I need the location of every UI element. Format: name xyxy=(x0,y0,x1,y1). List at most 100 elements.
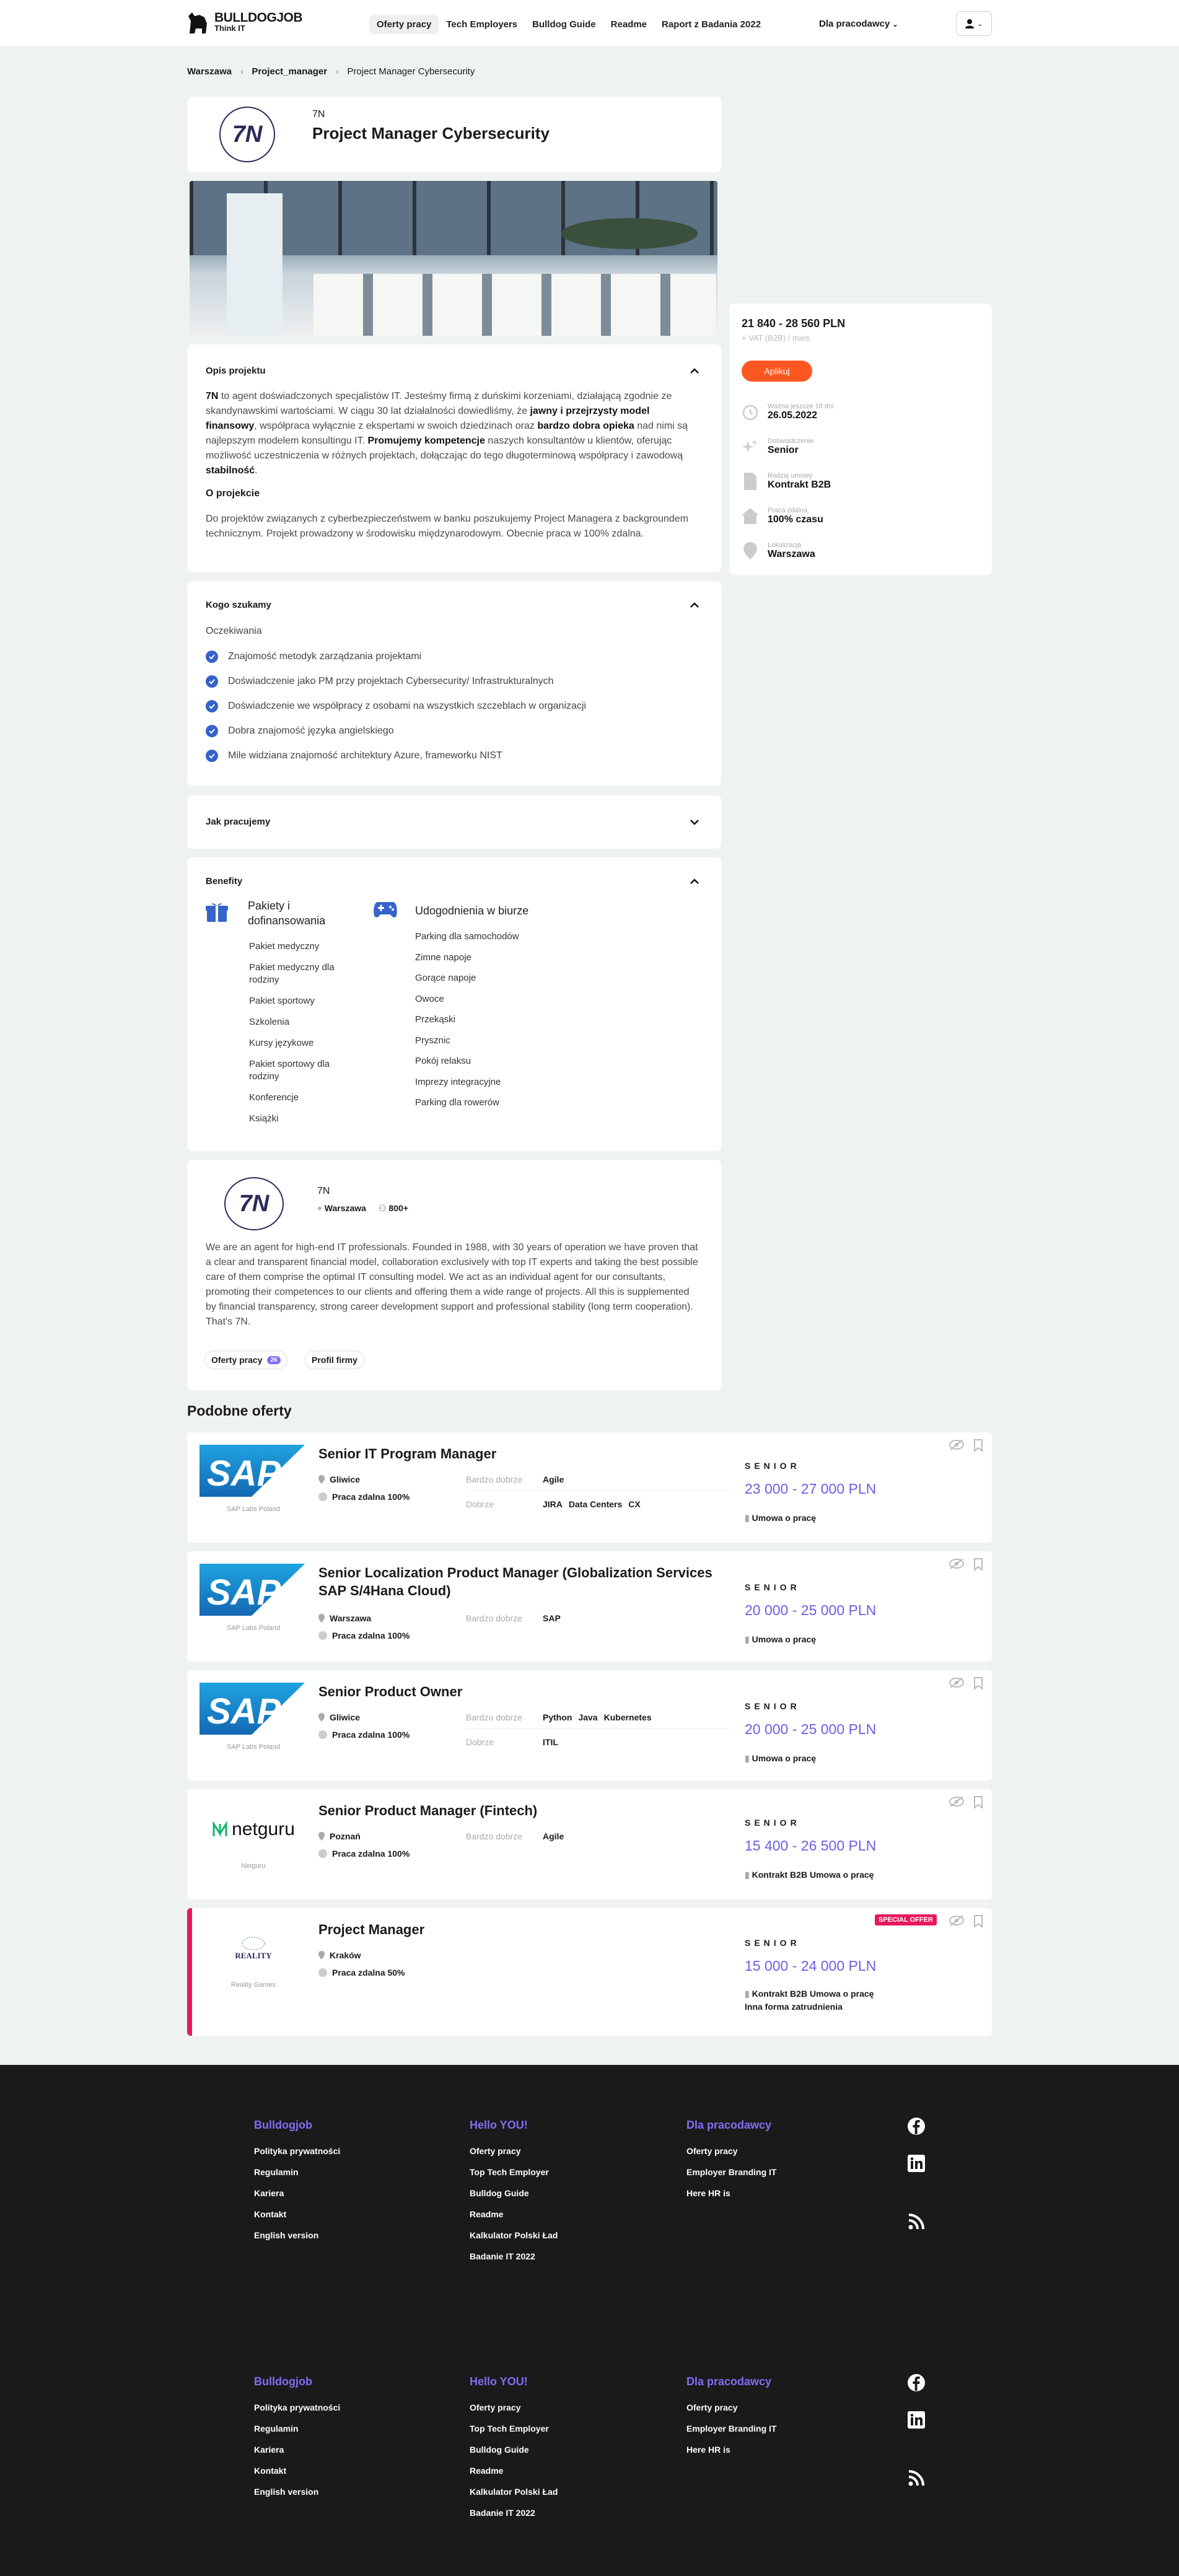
linkedin-icon[interactable] xyxy=(907,2411,926,2429)
apply-button[interactable]: Aplikuj xyxy=(742,361,812,382)
footer-link[interactable]: Bulldog Guide xyxy=(470,2183,558,2204)
offer-title[interactable]: Senior IT Program Manager xyxy=(318,1445,727,1463)
description-text: 7N to agent doświadczonych specjalistów … xyxy=(206,389,695,478)
footer-col-bulldogjob: Bulldogjob Polityka prywatności Regulami… xyxy=(254,2114,340,2246)
hide-icon[interactable] xyxy=(949,1914,965,1927)
offer-card-special[interactable]: REALITY Reality Games Project Manager Kr… xyxy=(187,1908,992,2036)
sparkle-icon xyxy=(742,438,759,455)
footer-link[interactable]: English version xyxy=(254,2225,340,2246)
requirement-text: Doświadczenie we współpracy z osobami na… xyxy=(228,701,587,711)
benefits-col2-title: Udogodnienia w biurze xyxy=(415,905,529,917)
linkedin-icon[interactable] xyxy=(907,2154,926,2173)
how-we-work-card[interactable]: Jak pracujemy xyxy=(187,795,721,849)
footer-link[interactable]: Kalkulator Polski Ład xyxy=(470,2481,558,2502)
nav-readme[interactable]: Readme xyxy=(603,15,654,34)
footer-link[interactable]: Badanie IT 2022 xyxy=(470,2246,558,2267)
offer-card[interactable]: SAP SAP Labs Poland Senior IT Program Ma… xyxy=(187,1432,992,1543)
offer-title[interactable]: Senior Localization Product Manager (Glo… xyxy=(318,1564,727,1600)
requirement-text: Mile widziana znajomość architektury Azu… xyxy=(228,750,502,761)
tag: SAP xyxy=(543,1613,561,1623)
footer-link[interactable]: Employer Branding IT xyxy=(686,2418,776,2439)
chevron-up-icon[interactable] xyxy=(689,366,700,377)
list-item: Pakiet sportowy xyxy=(249,996,315,1006)
offer-card[interactable]: netguru Netguru Senior Product Manager (… xyxy=(187,1789,992,1899)
footer-link[interactable]: English version xyxy=(254,2481,340,2502)
home-icon xyxy=(742,507,759,525)
sap-logo: SAP xyxy=(199,1445,307,1500)
offer-contract-value: Umowa o pracę xyxy=(752,1753,817,1763)
list-item: Owoce xyxy=(415,993,444,1004)
footer-link[interactable]: Oferty pracy xyxy=(686,2140,776,2162)
offer-card[interactable]: SAP SAP Labs Poland Senior Product Owner… xyxy=(187,1670,992,1781)
list-item: Doświadczenie jako PM przy projektach Cy… xyxy=(206,669,586,694)
list-item: Prysznic xyxy=(415,1035,450,1046)
rss-icon[interactable] xyxy=(907,2212,926,2231)
main-nav: Oferty pracy Tech Employers Bulldog Guid… xyxy=(369,15,768,34)
chevron-right-icon: › xyxy=(240,67,243,76)
footer-link[interactable]: Kalkulator Polski Ład xyxy=(470,2225,558,2246)
company-logo[interactable]: 7N xyxy=(219,107,275,162)
rss-icon[interactable] xyxy=(907,2469,926,2487)
footer-link[interactable]: Regulamin xyxy=(254,2418,340,2439)
nav-tech-employers[interactable]: Tech Employers xyxy=(439,15,525,34)
hide-icon[interactable] xyxy=(949,1676,965,1689)
footer-link[interactable]: Bulldog Guide xyxy=(470,2439,558,2460)
offer-title[interactable]: Senior Product Owner xyxy=(318,1683,727,1701)
nav-report[interactable]: Raport z Badania 2022 xyxy=(654,15,768,34)
hide-icon[interactable] xyxy=(949,1439,965,1451)
user-menu-button[interactable]: ⌄ xyxy=(956,11,992,36)
footer-link[interactable]: Readme xyxy=(470,2204,558,2225)
chevron-up-icon[interactable] xyxy=(689,600,700,611)
footer-link[interactable]: Employer Branding IT xyxy=(686,2162,776,2183)
breadcrumb-city[interactable]: Warszawa xyxy=(187,66,232,77)
bookmark-icon[interactable] xyxy=(973,1557,983,1571)
bookmark-icon[interactable] xyxy=(973,1914,983,1928)
company-profile-button[interactable]: Profil firmy xyxy=(305,1351,364,1369)
footer-link[interactable]: Oferty pracy xyxy=(470,2140,558,2162)
bookmark-icon[interactable] xyxy=(973,1439,983,1452)
footer-link[interactable]: Regulamin xyxy=(254,2162,340,2183)
footer-link[interactable]: Oferty pracy xyxy=(686,2397,776,2418)
side-value: Kontrakt B2B xyxy=(768,480,831,490)
bookmark-icon[interactable] xyxy=(973,1676,983,1690)
footer-link[interactable]: Top Tech Employer xyxy=(470,2162,558,2183)
footer-link[interactable]: Oferty pracy xyxy=(470,2397,558,2418)
side-row-location: Lokalizacja Warszawa xyxy=(742,541,815,560)
offer-card[interactable]: SAP SAP Labs Poland Senior Localization … xyxy=(187,1551,992,1662)
offer-contract: ▮ Umowa o pracę xyxy=(745,1512,816,1525)
company-offers-button[interactable]: Oferty pracy 26 xyxy=(204,1351,287,1369)
footer-link[interactable]: Kontakt xyxy=(254,2460,340,2481)
bookmark-icon[interactable] xyxy=(973,1795,983,1809)
footer-link[interactable]: Top Tech Employer xyxy=(470,2418,558,2439)
footer-link[interactable]: Kariera xyxy=(254,2439,340,2460)
footer-link[interactable]: Here HR is xyxy=(686,2439,776,2460)
divider xyxy=(466,1728,729,1729)
bulldogjob-logo[interactable]: BULLDOGJOB Think IT xyxy=(187,10,303,35)
footer-link[interactable]: Kontakt xyxy=(254,2204,340,2225)
requirements-card: Kogo szukamy Oczekiwania Znajomość metod… xyxy=(187,581,721,786)
employer-menu[interactable]: Dla pracodawcy ⌄ xyxy=(819,19,898,29)
breadcrumb-category[interactable]: Project_manager xyxy=(252,66,327,77)
company-name[interactable]: 7N xyxy=(312,109,325,120)
facebook-icon[interactable] xyxy=(907,2373,926,2392)
check-icon xyxy=(206,651,218,663)
hide-icon[interactable] xyxy=(949,1795,965,1808)
offer-contract-value: Kontrakt B2B Umowa o pracę xyxy=(752,1870,874,1880)
footer-link[interactable]: Kariera xyxy=(254,2183,340,2204)
offer-title[interactable]: Project Manager xyxy=(318,1921,727,1939)
footer-link[interactable]: Polityka prywatności xyxy=(254,2397,340,2418)
chevron-up-icon[interactable] xyxy=(689,876,700,887)
footer-link[interactable]: Readme xyxy=(470,2460,558,2481)
offer-actions xyxy=(949,1795,983,1809)
company-logo[interactable]: 7N xyxy=(224,1177,284,1230)
offer-title[interactable]: Senior Product Manager (Fintech) xyxy=(318,1802,727,1820)
hide-icon[interactable] xyxy=(949,1557,965,1570)
footer-link[interactable]: Polityka prywatności xyxy=(254,2140,340,2162)
nav-bulldog-guide[interactable]: Bulldog Guide xyxy=(525,15,603,34)
footer-link[interactable]: Badanie IT 2022 xyxy=(470,2502,558,2523)
facebook-icon[interactable] xyxy=(907,2117,926,2136)
chevron-down-icon[interactable] xyxy=(689,817,700,828)
nav-job-offers[interactable]: Oferty pracy xyxy=(369,15,439,34)
remote-icon xyxy=(318,1492,327,1501)
footer-link[interactable]: Here HR is xyxy=(686,2183,776,2204)
